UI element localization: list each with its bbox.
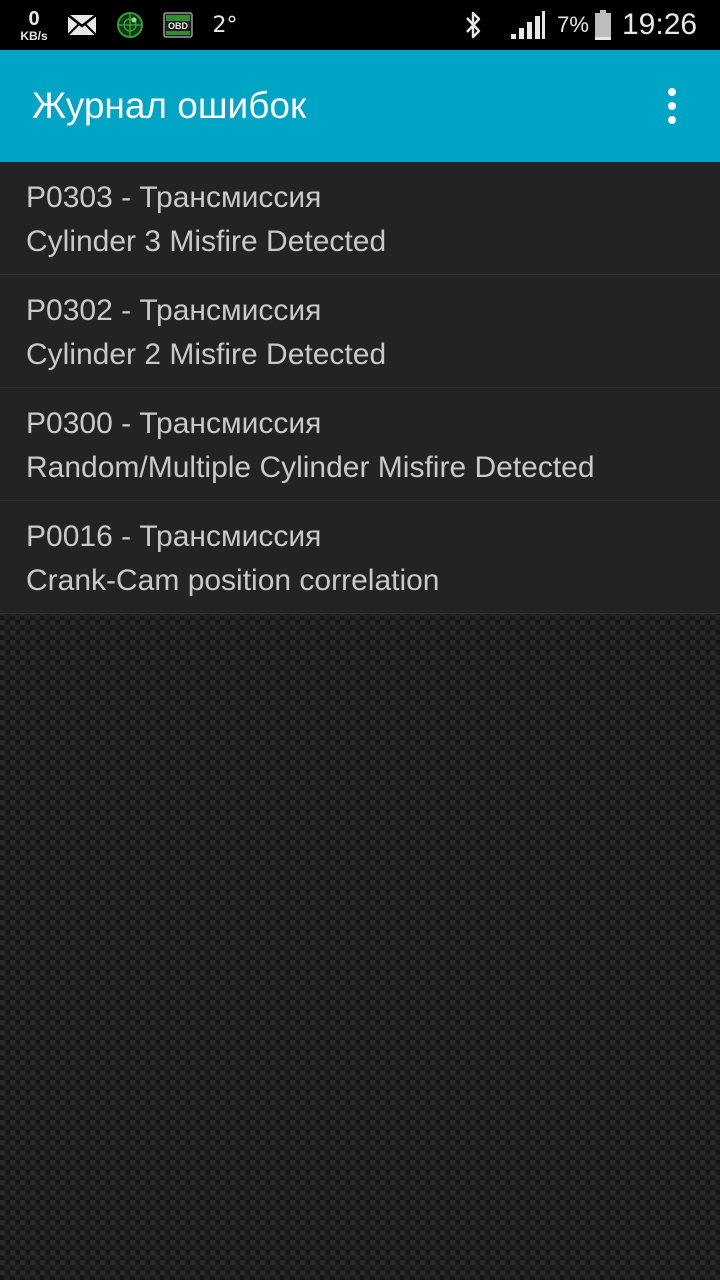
- app-bar: Журнал ошибок: [0, 50, 720, 162]
- overflow-menu-icon-dot: [668, 102, 676, 110]
- status-bar: 0 KB/s OBD 2° 7% 19:26: [0, 0, 720, 50]
- svg-text:OBD: OBD: [168, 21, 189, 31]
- network-speed: 0 KB/s: [14, 0, 54, 50]
- page-title: Журнал ошибок: [32, 85, 307, 126]
- overflow-menu-button[interactable]: [648, 78, 696, 134]
- list-item-error[interactable]: P0300 - Трансмиссия Random/Multiple Cyli…: [0, 388, 720, 501]
- signal-icon: [508, 0, 546, 50]
- network-speed-unit: KB/s: [20, 28, 48, 43]
- obd-icon: OBD: [160, 0, 196, 50]
- error-code: P0300 - Трансмиссия: [26, 407, 322, 440]
- overflow-menu-icon-dot: [668, 116, 676, 124]
- error-description: Cylinder 3 Misfire Detected: [26, 225, 387, 258]
- radar-icon: [112, 0, 148, 50]
- error-code: P0302 - Трансмиссия: [26, 294, 322, 327]
- error-description: Crank-Cam position correlation: [26, 564, 440, 597]
- mail-icon: [66, 0, 98, 50]
- list-item-error[interactable]: P0302 - Трансмиссия Cylinder 2 Misfire D…: [0, 275, 720, 388]
- list-item-error[interactable]: P0303 - Трансмиссия Cylinder 3 Misfire D…: [0, 162, 720, 275]
- error-description: Cylinder 2 Misfire Detected: [26, 338, 387, 371]
- bluetooth-icon: [458, 0, 488, 50]
- error-description: Random/Multiple Cylinder Misfire Detecte…: [26, 451, 595, 484]
- network-speed-value: 0: [28, 7, 40, 30]
- error-code: P0016 - Трансмиссия: [26, 520, 322, 553]
- battery-icon: [592, 0, 614, 50]
- clock: 19:26: [622, 8, 698, 41]
- list-item-error[interactable]: P0016 - Трансмиссия Crank-Cam position c…: [0, 501, 720, 614]
- temperature: 2°: [212, 12, 238, 38]
- error-list: P0303 - Трансмиссия Cylinder 3 Misfire D…: [0, 162, 720, 614]
- error-code: P0303 - Трансмиссия: [26, 181, 322, 214]
- battery-percent: 7%: [557, 12, 589, 37]
- overflow-menu-icon: [668, 88, 676, 96]
